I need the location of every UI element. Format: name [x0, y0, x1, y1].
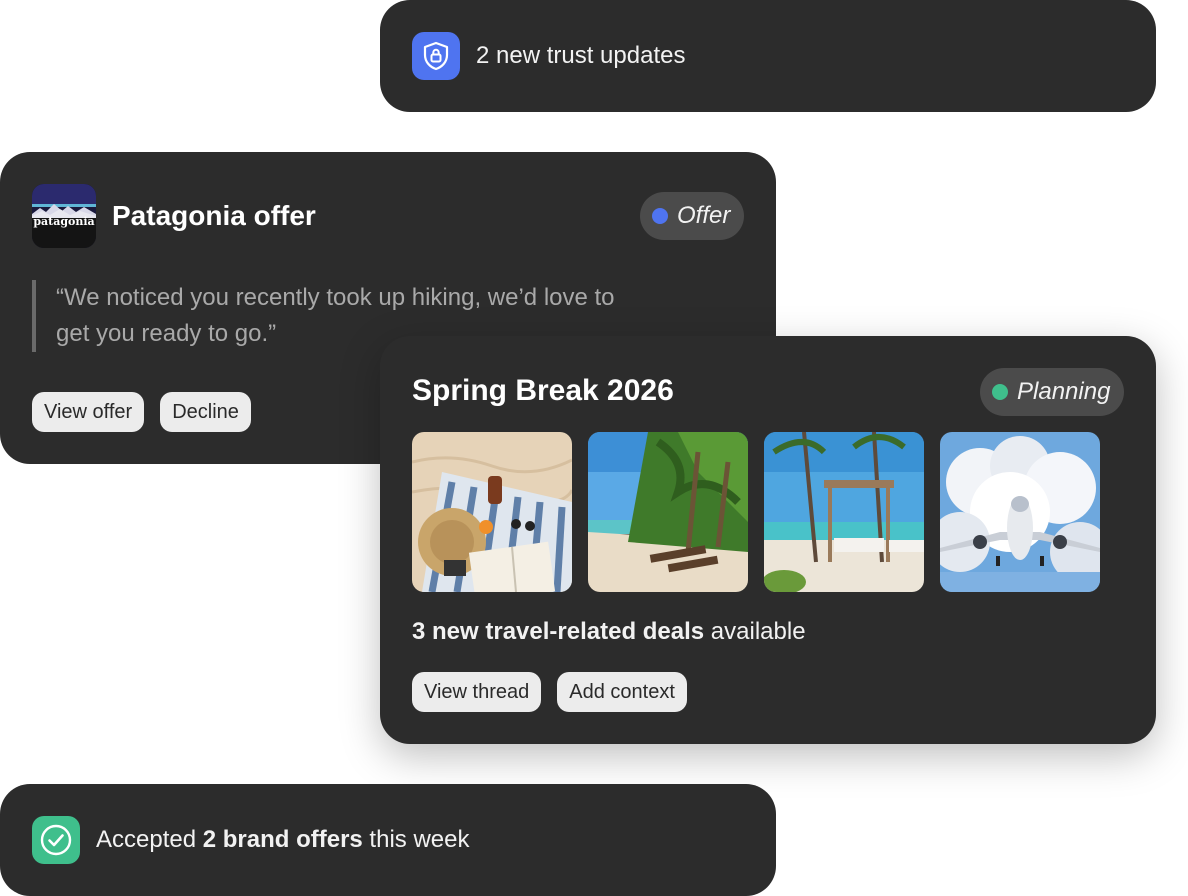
check-circle-icon [32, 816, 80, 864]
trust-updates-card[interactable]: 2 new trust updates [380, 0, 1156, 112]
accepted-offers-text: Accepted 2 brand offers this week [96, 826, 469, 854]
view-offer-button[interactable]: View offer [32, 392, 145, 432]
trust-updates-text: 2 new trust updates [476, 42, 686, 69]
patagonia-offer-title: Patagonia offer [112, 200, 316, 231]
spring-break-title: Spring Break 2026 [412, 374, 674, 407]
patagonia-logo-text: patagonia [33, 215, 95, 228]
shield-lock-icon [412, 32, 460, 80]
view-thread-button[interactable]: View thread [412, 672, 542, 712]
add-context-button[interactable]: Add context [557, 672, 687, 712]
accepted-count: 2 brand offers [202, 826, 363, 853]
patagonia-logo: patagonia [32, 184, 96, 248]
offer-status-dot [652, 208, 668, 224]
decline-button[interactable]: Decline [160, 392, 251, 432]
spring-break-card: Spring Break 2026 Planning 3 new travel-… [380, 336, 1156, 744]
travel-deals-count: 3 new travel-related deals [412, 618, 705, 645]
planning-status-label: Planning [1017, 378, 1111, 405]
planning-status-badge: Planning [980, 368, 1125, 416]
offer-status-badge: Offer [640, 192, 745, 240]
travel-deals-text: 3 new travel-related deals available [412, 618, 806, 646]
travel-deals-suffix: available [704, 618, 806, 645]
palm-beach-photo[interactable] [588, 432, 748, 592]
beach-picnic-photo[interactable] [412, 432, 572, 592]
accepted-suffix: this week [362, 826, 470, 853]
beach-cabana-photo[interactable] [764, 432, 924, 592]
accepted-prefix: Accepted [96, 826, 203, 853]
airplane-photo[interactable] [940, 432, 1100, 592]
planning-status-dot [992, 384, 1008, 400]
accepted-offers-card: Accepted 2 brand offers this week [0, 784, 776, 896]
offer-status-label: Offer [677, 202, 731, 229]
